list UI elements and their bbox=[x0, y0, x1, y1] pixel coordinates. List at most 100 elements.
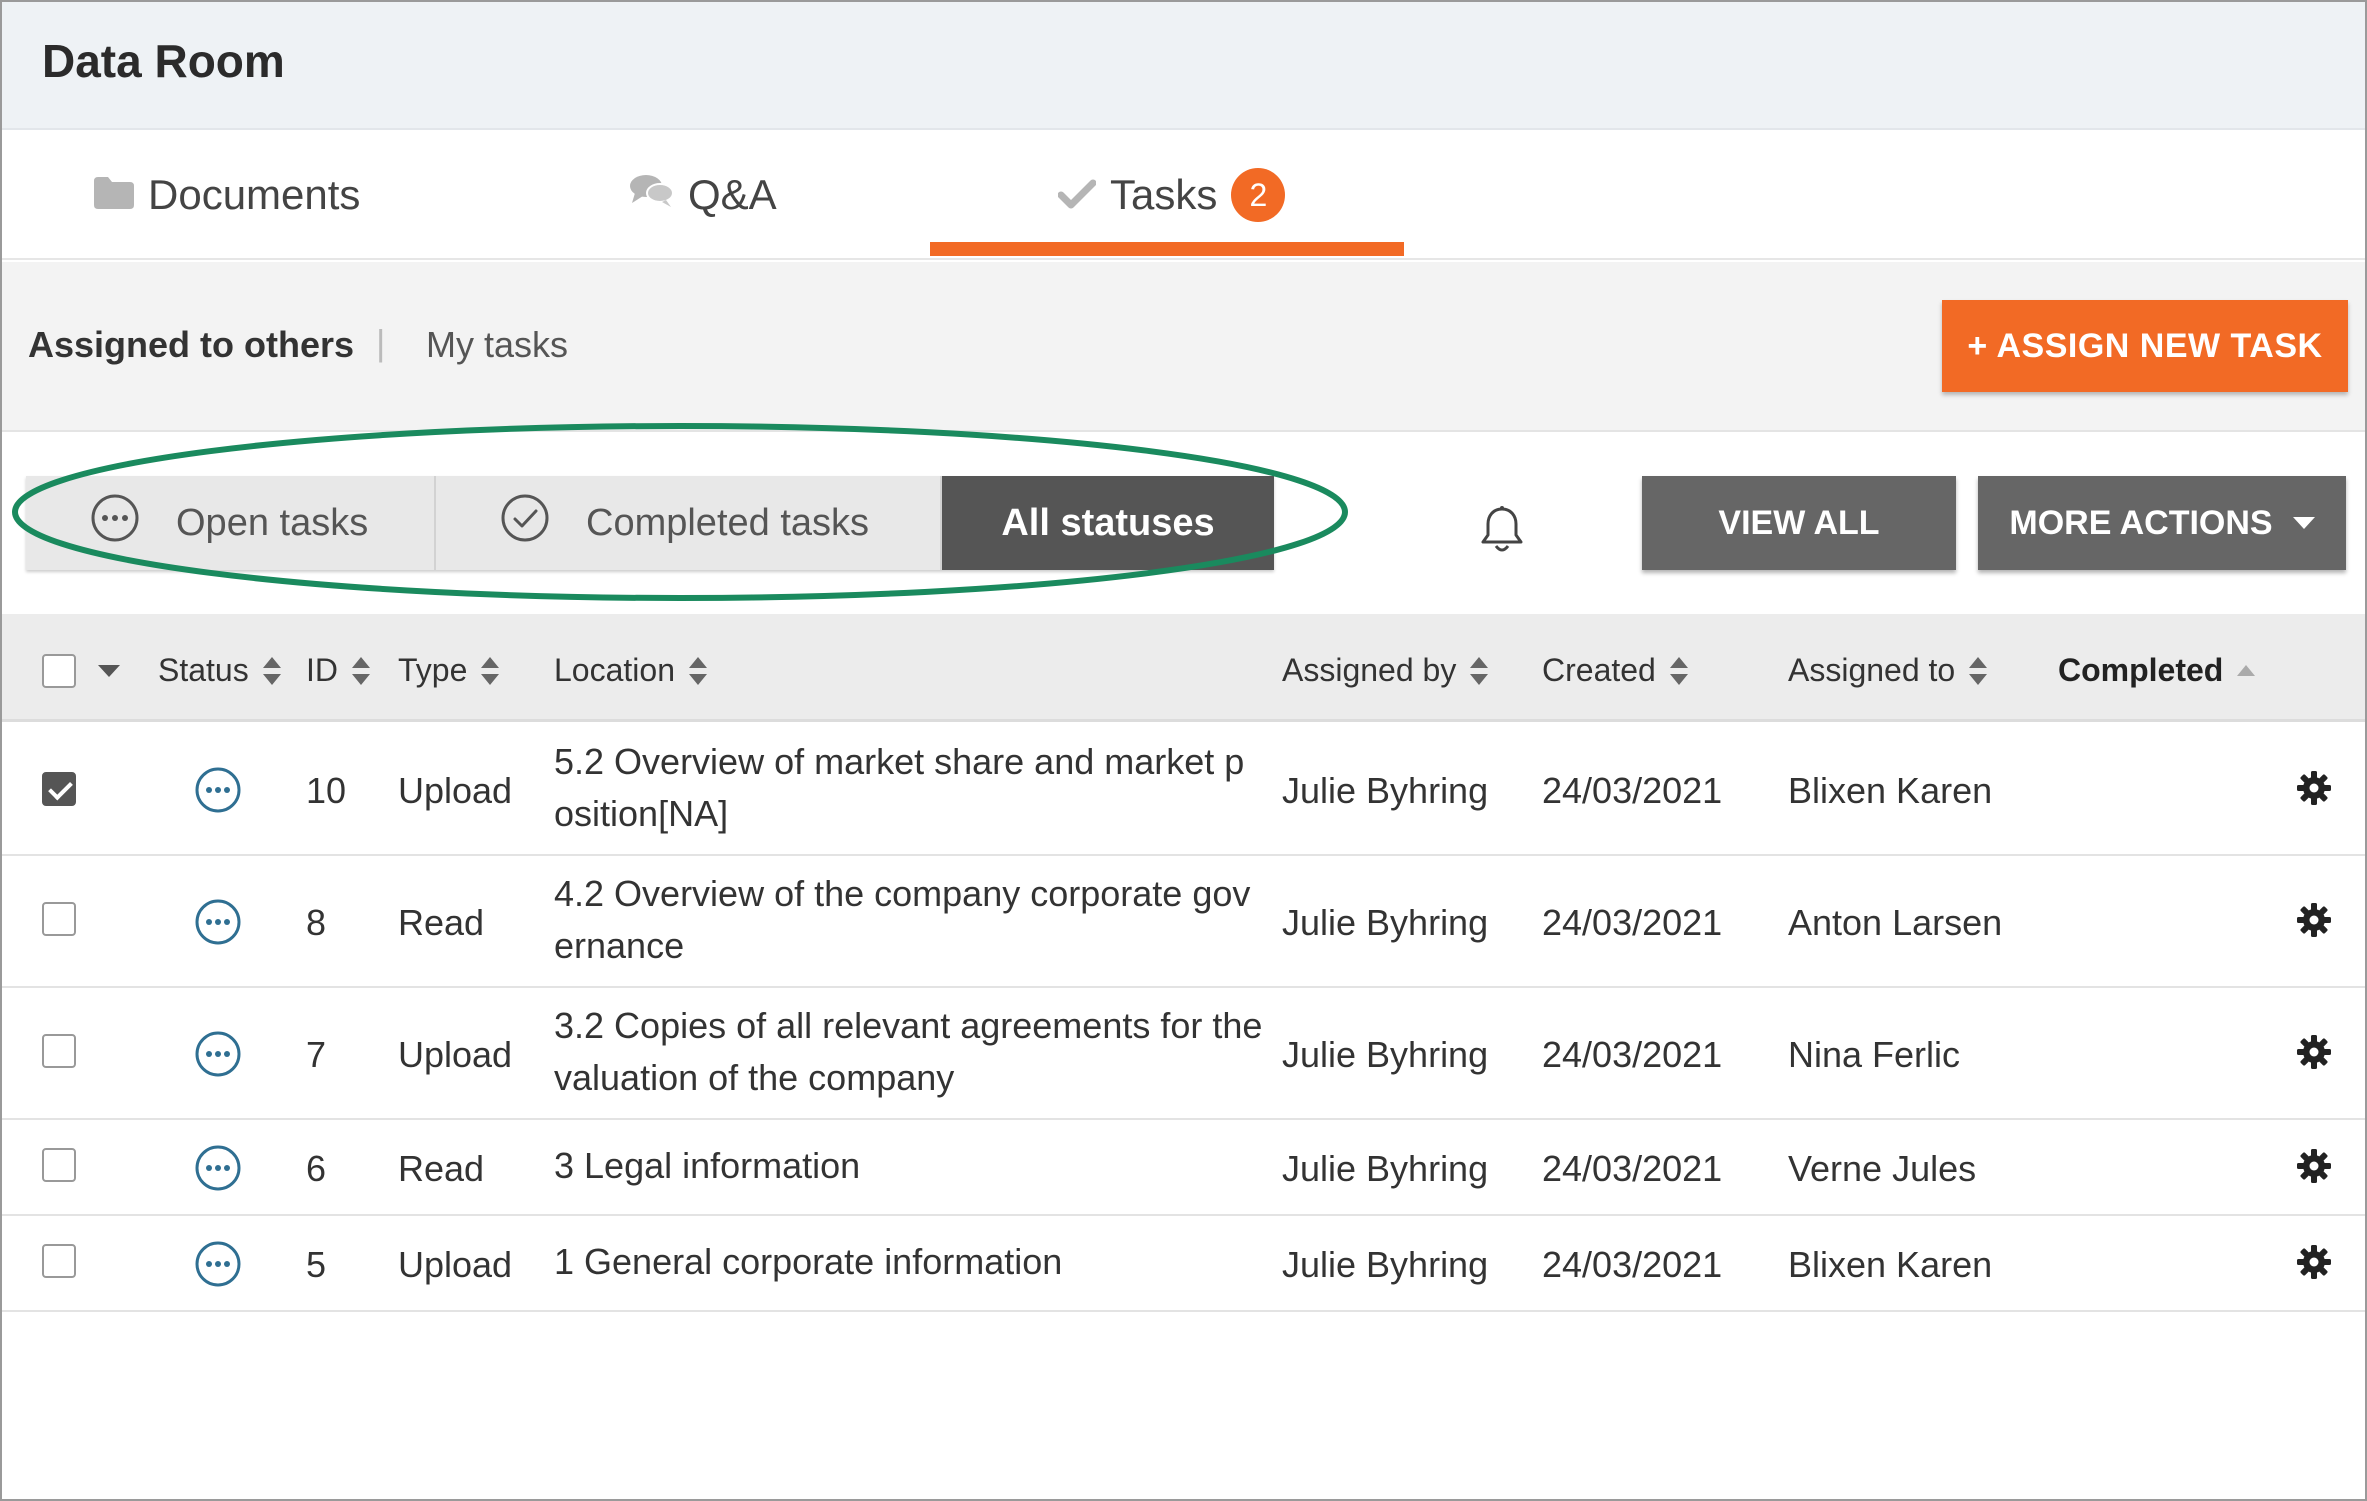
main-tabs: Documents Q&A Tasks 2 bbox=[2, 130, 2365, 260]
assign-new-task-button[interactable]: + ASSIGN NEW TASK bbox=[1942, 300, 2348, 392]
active-tab-indicator bbox=[930, 242, 1404, 256]
column-assigned-to-label: Assigned to bbox=[1788, 652, 1956, 688]
open-status-icon bbox=[194, 766, 242, 819]
subtab-assigned-to-others[interactable]: Assigned to others bbox=[28, 324, 354, 366]
row-id: 5 bbox=[306, 1244, 327, 1285]
open-status-icon bbox=[194, 1030, 242, 1083]
row-id: 7 bbox=[306, 1034, 327, 1075]
table-row[interactable]: 7 Upload 3.2 Copies of all relevant agre… bbox=[2, 988, 2365, 1120]
row-location[interactable]: 5.2 Overview of market share and market … bbox=[554, 736, 1264, 840]
column-id-label: ID bbox=[306, 652, 338, 688]
table-row[interactable]: 8 Read 4.2 Overview of the company corpo… bbox=[2, 856, 2365, 988]
column-assigned-by-label: Assigned by bbox=[1282, 652, 1457, 688]
row-type: Upload bbox=[398, 1034, 513, 1075]
row-assigned-by: Julie Byhring bbox=[1282, 770, 1489, 811]
app-title: Data Room bbox=[42, 35, 285, 87]
row-created: 24/03/2021 bbox=[1542, 770, 1723, 811]
column-location[interactable]: Location bbox=[554, 652, 707, 689]
sort-icon bbox=[352, 656, 370, 685]
row-assigned-to: Blixen Karen bbox=[1788, 770, 1993, 811]
sort-icon bbox=[262, 656, 281, 685]
row-location[interactable]: 3 Legal information bbox=[554, 1140, 1264, 1192]
sort-icon bbox=[1669, 656, 1688, 685]
sort-icon bbox=[1969, 656, 1988, 685]
highlight-ellipse bbox=[12, 423, 1348, 601]
row-checkbox[interactable] bbox=[42, 902, 76, 936]
select-all-checkbox[interactable] bbox=[42, 654, 76, 688]
tab-qa[interactable]: Q&A bbox=[630, 130, 777, 260]
tab-qa-label: Q&A bbox=[688, 171, 777, 218]
column-type-label: Type bbox=[398, 652, 468, 688]
view-all-button[interactable]: VIEW ALL bbox=[1642, 476, 1956, 570]
select-dropdown-caret-icon[interactable] bbox=[98, 664, 120, 682]
row-type: Upload bbox=[398, 1244, 513, 1285]
sort-icon bbox=[688, 656, 707, 685]
table-header: Status ID Type Location Assigned by Crea… bbox=[2, 614, 2365, 722]
tab-documents-label: Documents bbox=[148, 171, 361, 218]
folder-icon bbox=[94, 171, 148, 219]
gear-icon[interactable] bbox=[2296, 1244, 2332, 1285]
row-location[interactable]: 1 General corporate information bbox=[554, 1236, 1264, 1288]
subtab-separator: | bbox=[376, 322, 386, 363]
table-row[interactable]: 6 Read 3 Legal information Julie Byhring… bbox=[2, 1120, 2365, 1216]
tab-tasks[interactable]: Tasks 2 bbox=[1057, 130, 1286, 260]
gear-icon[interactable] bbox=[2296, 902, 2332, 943]
row-type: Read bbox=[398, 902, 485, 943]
sort-icon bbox=[481, 656, 500, 685]
chat-icon bbox=[630, 171, 688, 219]
tab-documents[interactable]: Documents bbox=[94, 130, 360, 260]
subtab-my-tasks[interactable]: My tasks bbox=[426, 324, 568, 366]
column-status[interactable]: Status bbox=[158, 652, 281, 689]
row-assigned-to: Nina Ferlic bbox=[1788, 1034, 1961, 1075]
row-assigned-to: Verne Jules bbox=[1788, 1148, 1977, 1189]
column-assigned-to[interactable]: Assigned to bbox=[1788, 652, 1988, 689]
more-actions-button[interactable]: MORE ACTIONS bbox=[1978, 476, 2346, 570]
row-location[interactable]: 3.2 Copies of all relevant agreements fo… bbox=[554, 1000, 1264, 1104]
column-status-label: Status bbox=[158, 652, 249, 688]
row-type: Upload bbox=[398, 770, 513, 811]
row-checkbox[interactable] bbox=[42, 772, 76, 806]
gear-icon[interactable] bbox=[2296, 1034, 2332, 1075]
column-completed[interactable]: Completed bbox=[2058, 652, 2256, 689]
row-checkbox[interactable] bbox=[42, 1148, 76, 1182]
open-status-icon bbox=[194, 1144, 242, 1197]
column-id[interactable]: ID bbox=[306, 652, 370, 689]
row-id: 6 bbox=[306, 1148, 327, 1189]
row-created: 24/03/2021 bbox=[1542, 1034, 1723, 1075]
row-assigned-by: Julie Byhring bbox=[1282, 902, 1489, 943]
row-checkbox[interactable] bbox=[42, 1034, 76, 1068]
sort-ascending-icon bbox=[2237, 664, 2256, 676]
gear-icon[interactable] bbox=[2296, 1148, 2332, 1189]
row-id: 10 bbox=[306, 770, 347, 811]
gear-icon[interactable] bbox=[2296, 770, 2332, 811]
column-created[interactable]: Created bbox=[1542, 652, 1688, 689]
row-assigned-to: Anton Larsen bbox=[1788, 902, 2003, 943]
column-completed-label: Completed bbox=[2058, 652, 2224, 688]
bell-icon[interactable] bbox=[1476, 504, 1528, 561]
row-assigned-to: Blixen Karen bbox=[1788, 1244, 1993, 1285]
app-header: Data Room bbox=[2, 2, 2365, 130]
row-checkbox[interactable] bbox=[42, 1244, 76, 1278]
column-created-label: Created bbox=[1542, 652, 1656, 688]
column-type[interactable]: Type bbox=[398, 652, 500, 689]
more-actions-label: MORE ACTIONS bbox=[2009, 503, 2273, 542]
open-status-icon bbox=[194, 1240, 242, 1293]
tab-tasks-label: Tasks bbox=[1110, 171, 1218, 218]
open-status-icon bbox=[194, 898, 242, 951]
row-created: 24/03/2021 bbox=[1542, 1148, 1723, 1189]
subtabs-bar: Assigned to others | My tasks + ASSIGN N… bbox=[2, 262, 2365, 432]
check-icon bbox=[1057, 171, 1110, 219]
row-created: 24/03/2021 bbox=[1542, 902, 1723, 943]
row-created: 24/03/2021 bbox=[1542, 1244, 1723, 1285]
sort-icon bbox=[1470, 656, 1489, 685]
row-location[interactable]: 4.2 Overview of the company corporate go… bbox=[554, 868, 1264, 972]
row-assigned-by: Julie Byhring bbox=[1282, 1244, 1489, 1285]
column-assigned-by[interactable]: Assigned by bbox=[1282, 652, 1489, 689]
caret-down-icon bbox=[2292, 517, 2315, 529]
column-location-label: Location bbox=[554, 652, 675, 688]
tasks-count-badge: 2 bbox=[1231, 168, 1286, 222]
table-row[interactable]: 5 Upload 1 General corporate information… bbox=[2, 1216, 2365, 1312]
row-id: 8 bbox=[306, 902, 327, 943]
row-type: Read bbox=[398, 1148, 485, 1189]
table-row[interactable]: 10 Upload 5.2 Overview of market share a… bbox=[2, 724, 2365, 856]
